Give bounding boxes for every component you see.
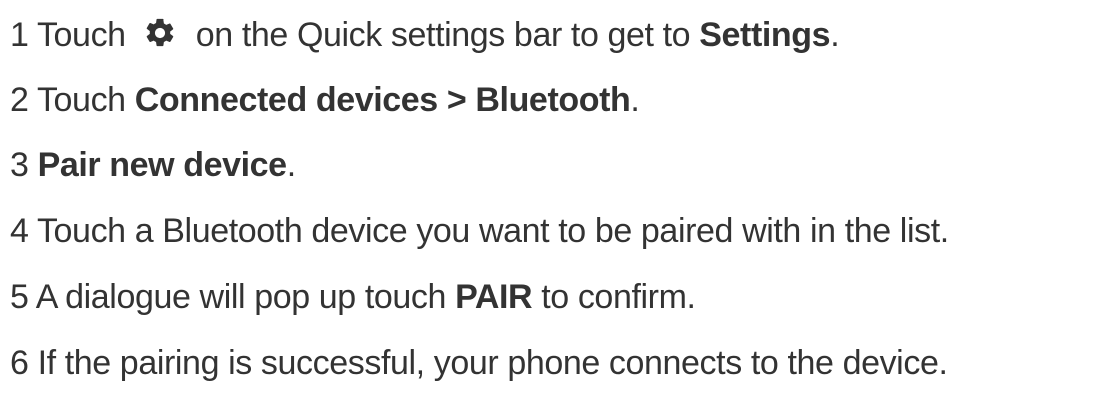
step-6: 6 If the pairing is successful, your pho… (10, 336, 948, 390)
step-text: If the pairing is successful, your phone… (37, 344, 948, 382)
step-end: to confirm. (541, 278, 696, 316)
step-5: 5 A dialogue will pop up touch PAIR to c… (10, 270, 696, 324)
step-3: 3 Pair new device. (10, 138, 296, 192)
step-emphasis: Connected devices > Bluetooth (134, 81, 631, 119)
step-text: Touch a Bluetooth device you want to be … (36, 212, 949, 250)
step-text: on the Quick settings bar to get to (195, 16, 691, 54)
step-number: 4 (10, 212, 29, 250)
step-emphasis: Settings (699, 16, 831, 54)
step-2: 2 Touch Connected devices > Bluetooth. (10, 73, 640, 127)
step-4: 4 Touch a Bluetooth device you want to b… (10, 204, 949, 258)
step-number: 6 (10, 344, 29, 382)
step-text: Touch (36, 81, 126, 119)
step-number: 1 (10, 16, 29, 54)
step-end: . (830, 16, 840, 54)
gear-icon (143, 16, 177, 50)
step-emphasis: PAIR (455, 278, 533, 316)
step-number: 3 (10, 146, 29, 184)
step-text: A dialogue will pop up touch (35, 278, 447, 316)
step-end: . (286, 146, 296, 184)
step-emphasis: Pair new device (37, 146, 288, 184)
step-number: 2 (10, 81, 29, 119)
step-number: 5 (10, 278, 29, 316)
step-text: Touch (36, 16, 126, 54)
step-1: 1 Touch on the Quick settings bar to get… (10, 8, 840, 62)
step-end: . (630, 81, 640, 119)
